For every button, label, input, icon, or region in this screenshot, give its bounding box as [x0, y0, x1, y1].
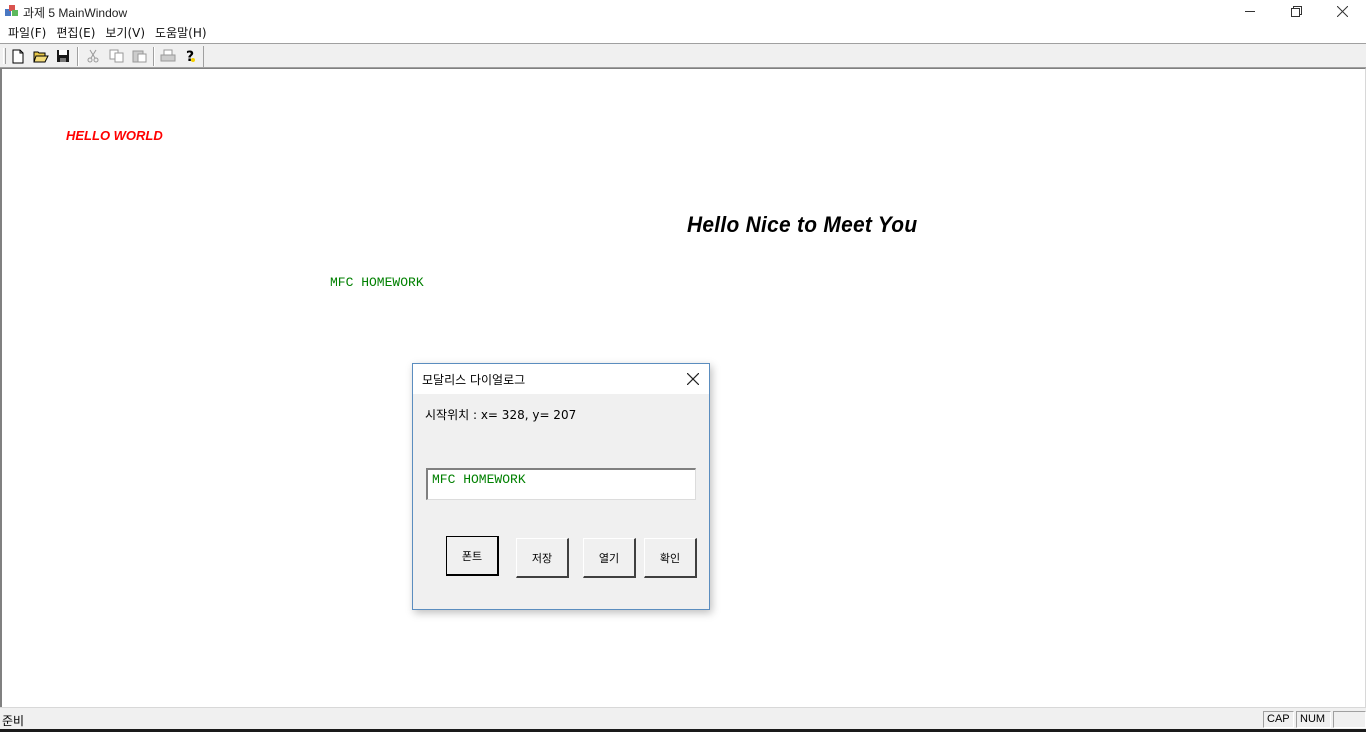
toolbar: ? — [0, 43, 1366, 68]
ok-button[interactable]: 확인 — [644, 538, 697, 578]
print-button[interactable] — [158, 47, 178, 65]
scroll-lock-indicator — [1333, 711, 1366, 728]
dialog-title: 모달리스 다이얼로그 — [422, 373, 526, 387]
new-file-icon — [12, 49, 24, 63]
copy-button[interactable] — [106, 47, 126, 65]
save-button[interactable] — [53, 47, 73, 65]
copy-icon — [109, 49, 123, 63]
menu-file[interactable]: 파일(F) — [3, 24, 51, 41]
cut-icon — [87, 49, 99, 63]
num-lock-indicator: NUM — [1296, 711, 1331, 728]
toolbar-end — [203, 46, 204, 67]
toolbar-separator — [153, 47, 155, 66]
mfc-homework-text: MFC HOMEWORK — [330, 275, 424, 290]
print-icon — [160, 49, 176, 62]
modeless-dialog: 모달리스 다이얼로그 시작위치 : x= 328, y= 207 MFC HOM… — [412, 363, 710, 610]
help-icon: ? — [186, 49, 195, 64]
open-button[interactable] — [31, 47, 51, 65]
text-edit-value: MFC HOMEWORK — [432, 472, 526, 487]
help-button[interactable]: ? — [181, 47, 201, 65]
hello-world-text: HELLO WORLD — [66, 128, 163, 143]
dialog-title-bar[interactable]: 모달리스 다이얼로그 — [413, 364, 709, 394]
app-icon — [5, 5, 18, 16]
save-icon — [57, 50, 69, 62]
dialog-close-button[interactable] — [683, 369, 703, 389]
start-position-label: 시작위치 : x= 328, y= 207 — [425, 408, 577, 422]
menu-bar: 파일(F) 편집(E) 보기(V) 도움말(H) — [0, 22, 1366, 42]
new-button[interactable] — [8, 47, 28, 65]
close-icon — [687, 373, 699, 385]
restore-button[interactable] — [1273, 0, 1319, 22]
window-title: 과제 5 MainWindow — [23, 6, 128, 20]
status-text: 준비 — [2, 714, 25, 728]
open-folder-icon — [33, 51, 49, 63]
close-button[interactable] — [1319, 0, 1365, 22]
menu-view[interactable]: 보기(V) — [100, 24, 150, 41]
status-bar: 준비 CAP NUM — [0, 707, 1366, 729]
menu-edit[interactable]: 편집(E) — [51, 24, 100, 41]
save-dialog-button[interactable]: 저장 — [516, 538, 569, 578]
toolbar-separator — [77, 47, 79, 66]
restore-icon — [1290, 5, 1302, 17]
minimize-icon — [1244, 10, 1255, 12]
paste-icon — [132, 50, 146, 63]
minimize-button[interactable] — [1227, 0, 1273, 22]
open-dialog-button[interactable]: 열기 — [583, 538, 636, 578]
font-button[interactable]: 폰트 — [446, 536, 499, 576]
toolbar-grip[interactable] — [3, 48, 6, 64]
cut-button[interactable] — [83, 47, 103, 65]
nice-to-meet-text: Hello Nice to Meet You — [687, 212, 918, 237]
close-icon — [1336, 5, 1348, 17]
title-bar: 과제 5 MainWindow — [0, 0, 1366, 22]
text-edit-field[interactable]: MFC HOMEWORK — [426, 468, 696, 500]
menu-help[interactable]: 도움말(H) — [150, 24, 212, 41]
caps-lock-indicator: CAP — [1263, 711, 1294, 728]
paste-button[interactable] — [129, 47, 149, 65]
